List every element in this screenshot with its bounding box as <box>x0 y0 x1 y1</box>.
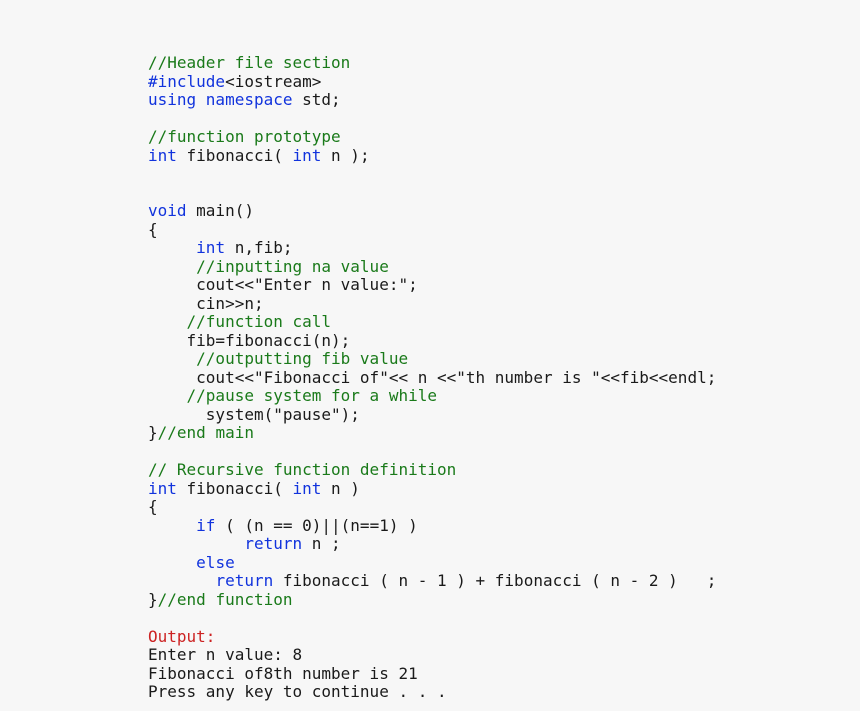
code-token-plain: ( (n == 0)||(n==1) ) <box>215 515 418 535</box>
code-token-comment: //end function <box>157 589 293 609</box>
code-line: { <box>148 220 158 239</box>
code-line: //outputting fib value <box>148 349 408 368</box>
code-token-keyword: if <box>196 515 216 535</box>
code-token-plain: fib=fibonacci(n); <box>148 330 351 350</box>
code-line: cin>>n; <box>148 293 264 313</box>
code-token-comment: // Recursive function definition <box>148 460 457 479</box>
code-token-plain: Fibonacci of8th number is 21 <box>148 663 418 683</box>
code-token-comment: //function call <box>148 312 332 331</box>
code-token-keyword: #include <box>148 71 226 91</box>
code-line: //pause system for a while <box>148 386 437 405</box>
code-token-plain: main() <box>186 201 254 220</box>
code-line: Fibonacci of8th number is 21 <box>148 664 418 683</box>
code-token-comment: //function prototype <box>148 127 341 146</box>
code-token-plain: cout<<"Enter n value:"; <box>148 275 418 294</box>
code-token-keyword: int <box>148 145 177 165</box>
code-token-plain: Enter n value: 8 <box>148 645 303 664</box>
code-token-plain: cout<<"Fibonacci of"<< n <<"th number is… <box>148 367 717 387</box>
code-token-plain: n ); <box>321 145 370 165</box>
code-token-keyword: else <box>196 552 235 572</box>
code-line: #include<iostream> <box>148 72 321 91</box>
code-token-plain: { <box>148 219 158 239</box>
code-token-plain: n ; <box>302 534 341 553</box>
code-line: //function prototype <box>148 127 341 146</box>
code-line: }//end main <box>148 423 254 442</box>
code-token-keyword: int <box>148 478 177 498</box>
code-line: using namespace std; <box>148 90 341 109</box>
code-line: { <box>148 497 158 516</box>
code-listing: //Header file section #include<iostream>… <box>148 53 716 702</box>
code-token-plain: { <box>148 497 158 516</box>
code-token-comment: //outputting fib value <box>148 349 409 368</box>
code-token-plain: system("pause"); <box>148 404 360 424</box>
code-line: }//end function <box>148 590 293 609</box>
code-token-keyword: return <box>244 534 303 553</box>
code-token-plain: } <box>148 423 158 442</box>
code-token-plain: n,fib; <box>225 238 293 257</box>
code-token-keyword: int <box>292 145 322 165</box>
code-token-plain: cin>>n; <box>148 293 264 313</box>
code-line: fib=fibonacci(n); <box>148 330 351 350</box>
code-line: //function call <box>148 312 332 331</box>
code-line: int n,fib; <box>148 238 293 257</box>
code-token-keyword: int <box>292 478 322 498</box>
code-line: Output: <box>148 627 215 646</box>
code-line: int fibonacci( int n ); <box>148 146 370 165</box>
code-token-plain: n ) <box>321 478 360 498</box>
code-line: Press any key to continue . . . <box>148 682 447 701</box>
code-line: cout<<"Enter n value:"; <box>148 275 418 294</box>
code-line: system("pause"); <box>148 405 360 424</box>
code-token-output-label: Output: <box>148 626 216 646</box>
code-token-comment: //pause system for a while <box>148 386 437 405</box>
code-token-plain: Press any key to continue . . . <box>148 682 447 701</box>
code-token-plain: <iostream> <box>225 71 322 91</box>
code-token-plain: fibonacci( <box>176 478 293 498</box>
code-token-comment: //end main <box>157 423 254 442</box>
code-token-keyword: int <box>196 238 226 257</box>
code-token-plain: fibonacci( <box>176 145 293 165</box>
code-line: Enter n value: 8 <box>148 645 302 664</box>
code-token-plain: } <box>148 589 158 609</box>
code-token-comment: //Header file section <box>148 53 351 72</box>
code-token-keyword: return <box>215 571 274 590</box>
code-line: //inputting na value <box>148 257 389 276</box>
code-line: // Recursive function definition <box>148 460 456 479</box>
code-token-comment: //inputting na value <box>148 256 389 276</box>
code-token-plain: std; <box>292 90 341 109</box>
code-line: int fibonacci( int n ) <box>148 479 360 498</box>
code-line: //Header file section <box>148 53 350 72</box>
code-line: return fibonacci ( n - 1 ) + fibonacci (… <box>148 571 716 590</box>
code-line: return n ; <box>148 534 341 553</box>
code-token-keyword: void <box>148 201 187 220</box>
code-token-plain: fibonacci ( n - 1 ) + fibonacci ( n - 2 … <box>273 571 717 590</box>
code-line: void main() <box>148 201 254 220</box>
code-token-keyword: using namespace <box>148 90 293 109</box>
code-line: if ( (n == 0)||(n==1) ) <box>148 516 418 535</box>
code-line: cout<<"Fibonacci of"<< n <<"th number is… <box>148 368 716 387</box>
code-line: else <box>148 553 235 572</box>
